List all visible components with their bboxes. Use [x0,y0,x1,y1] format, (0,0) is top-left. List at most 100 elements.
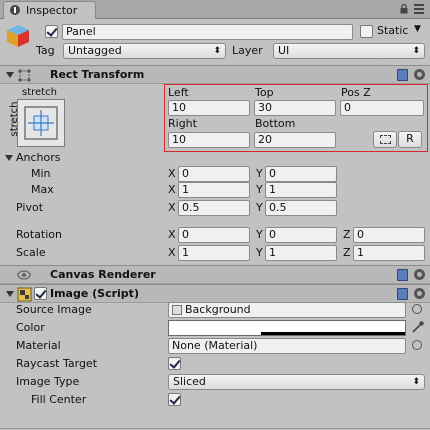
scale-z-label: Z [343,246,351,259]
min-x-field[interactable]: 0 [178,166,250,182]
object-name-field[interactable]: Panel [62,24,353,40]
pivot-y-label: Y [256,201,263,214]
top-field[interactable]: 30 [254,100,336,116]
sprite-icon [172,305,182,315]
raw-edit-button[interactable]: R [398,131,422,148]
max-y-label: Y [256,183,263,196]
component-title: Rect Transform [50,68,145,81]
gear-icon[interactable] [414,288,425,299]
source-image-field[interactable]: Background [168,302,406,318]
object-picker-icon[interactable] [412,304,422,314]
gear-icon[interactable] [414,69,425,80]
anchor-preset-label: stretch [22,87,57,98]
gear-icon[interactable] [414,269,425,280]
rect-transform-icon [18,69,31,82]
panel-bottom-divider [0,428,430,429]
scale-y-label: Y [256,246,263,259]
help-book-icon[interactable] [397,288,408,300]
info-icon [10,5,20,15]
image-type-dropdown[interactable]: Sliced ⬍ [168,374,425,390]
scale-z-field[interactable]: 1 [353,245,425,261]
rotation-x-field[interactable]: 0 [178,227,250,243]
menu-icon[interactable] [414,4,424,14]
tab-inspector[interactable]: Inspector [3,1,96,19]
dropdown-arrow-icon: ⬍ [412,377,420,387]
static-checkbox[interactable] [360,25,373,38]
layer-dropdown[interactable]: UI ⬍ [273,43,425,59]
foldout-arrow-icon[interactable] [6,291,14,297]
pivot-x-label: X [168,201,176,214]
rotation-label: Rotation [16,228,63,241]
fill-center-label: Fill Center [31,393,87,406]
posz-field[interactable]: 0 [340,100,424,116]
color-swatch[interactable] [168,320,406,336]
foldout-arrow-icon[interactable] [6,72,14,78]
image-enabled-checkbox[interactable] [34,287,47,300]
top-label: Top [255,86,274,99]
canvas-renderer-eye-icon [17,270,31,280]
rotation-x-label: X [168,228,176,241]
anchor-stretch-icon [24,106,58,140]
canvas-renderer-header[interactable]: Canvas Renderer [0,265,430,284]
help-book-icon[interactable] [397,269,408,281]
source-image-label: Source Image [16,303,92,316]
anchors-label: Anchors [16,151,61,164]
blueprint-icon [380,135,391,144]
posz-label: Pos Z [341,86,371,99]
scale-x-label: X [168,246,176,259]
right-field[interactable]: 10 [168,132,250,148]
component-title: Canvas Renderer [50,268,156,281]
tag-dropdown[interactable]: Untagged ⬍ [63,43,226,59]
material-label: Material [16,339,61,352]
scale-x-field[interactable]: 1 [178,245,250,261]
dropdown-arrow-icon: ⬍ [412,46,420,56]
bottom-field[interactable]: 20 [254,132,336,148]
blueprint-mode-button[interactable] [373,131,397,148]
scale-y-field[interactable]: 1 [265,245,337,261]
component-title: Image (Script) [50,287,139,300]
rotation-y-label: Y [256,228,263,241]
rotation-y-field[interactable]: 0 [265,227,337,243]
color-label: Color [16,321,45,334]
layer-label: Layer [232,44,263,57]
min-x-label: X [168,167,176,180]
eyedropper-icon[interactable] [411,320,425,334]
image-script-header[interactable]: Image (Script) [0,284,430,303]
max-label: Max [31,183,54,196]
scale-label: Scale [16,246,46,259]
alpha-bar [261,332,405,335]
rotation-z-field[interactable]: 0 [353,227,425,243]
left-field[interactable]: 10 [168,100,250,116]
raycast-target-label: Raycast Target [16,357,98,370]
rect-transform-header[interactable]: Rect Transform [0,65,430,84]
image-component-icon [17,287,32,302]
fill-center-checkbox[interactable] [168,393,181,406]
max-x-field[interactable]: 1 [178,182,250,198]
help-book-icon[interactable] [397,69,408,81]
raycast-target-checkbox[interactable] [168,357,181,370]
gameobject-cube-icon [7,25,29,47]
tab-title: Inspector [26,4,78,17]
max-x-label: X [168,183,176,196]
min-y-label: Y [256,167,263,180]
left-label: Left [168,86,189,99]
pivot-label: Pivot [16,201,44,214]
active-checkbox[interactable] [45,25,58,38]
anchor-preset-button[interactable] [17,99,65,147]
static-dropdown-arrow[interactable]: ▼ [414,24,421,34]
tag-label: Tag [36,44,55,57]
material-field[interactable]: None (Material) [168,338,406,354]
max-y-field[interactable]: 1 [265,182,337,198]
pivot-x-field[interactable]: 0.5 [178,200,250,216]
object-picker-icon[interactable] [412,340,422,350]
anchors-foldout-icon[interactable] [5,155,13,161]
dropdown-arrow-icon: ⬍ [213,46,221,56]
bottom-label: Bottom [255,117,296,130]
min-label: Min [31,167,51,180]
image-type-label: Image Type [16,375,80,388]
pivot-y-field[interactable]: 0.5 [265,200,337,216]
static-label: Static [377,24,409,37]
right-label: Right [168,117,197,130]
min-y-field[interactable]: 0 [265,166,337,182]
lock-icon[interactable] [399,4,409,14]
